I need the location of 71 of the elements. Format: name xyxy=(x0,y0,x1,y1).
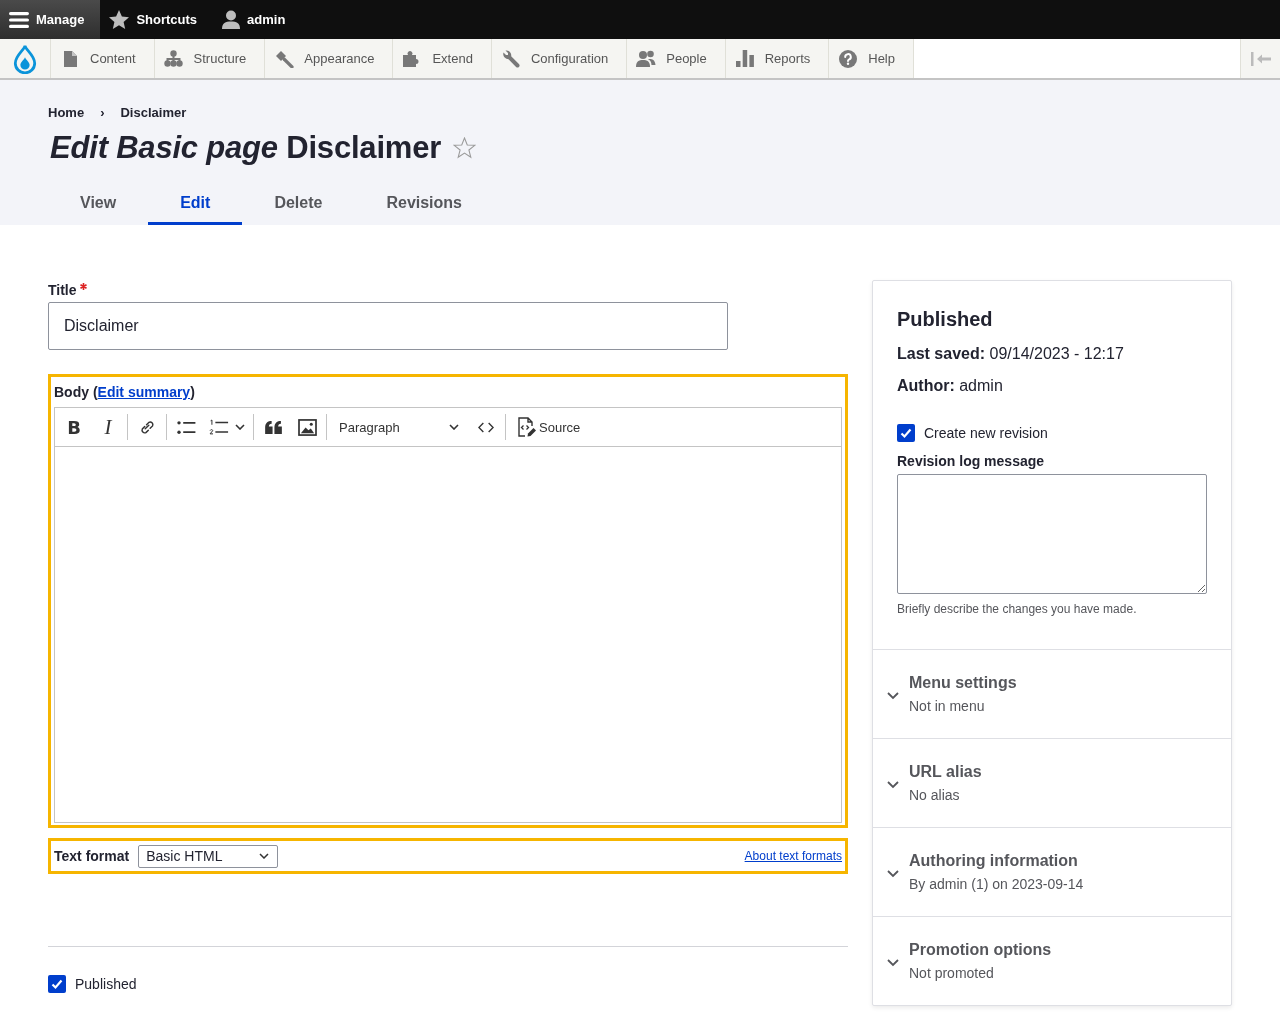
checkbox-label: Create new revision xyxy=(924,425,1048,441)
breadcrumb-link[interactable]: Disclaimer xyxy=(120,105,187,120)
field-label: Revision log message xyxy=(897,452,1046,470)
meta-text: Last saved: 09/14/2023 - 12:17 xyxy=(897,344,1125,364)
tab[interactable]: Revisions xyxy=(354,180,494,225)
italic-button[interactable]: I xyxy=(91,411,125,443)
menu-link[interactable]: Reports xyxy=(725,39,830,78)
field-label: Text format xyxy=(54,848,130,864)
section-title[interactable]: URL alias xyxy=(909,761,982,783)
source-button[interactable]: Source xyxy=(508,411,589,443)
heading-dropdown[interactable]: Paragraph xyxy=(329,411,469,443)
menu-link[interactable]: Structure xyxy=(154,39,266,78)
breadcrumb-separator: › xyxy=(100,105,105,120)
revision-log-textarea[interactable] xyxy=(897,474,1207,594)
section-summary: Not promoted xyxy=(909,964,995,983)
section-summary: No alias xyxy=(909,786,961,805)
toolbar-tab[interactable]: admin xyxy=(213,0,302,39)
about-text-formats-link[interactable]: About text formats xyxy=(744,849,842,863)
menu-link[interactable]: Content xyxy=(51,39,155,78)
sitemap-icon xyxy=(164,50,184,67)
hammer-icon xyxy=(274,49,294,68)
chevron-down-icon xyxy=(259,853,270,859)
text-format-select[interactable]: Basic HTML xyxy=(138,844,279,868)
menu-link[interactable]: Configuration xyxy=(491,39,628,78)
home-link[interactable] xyxy=(0,39,51,78)
meta-text: Author: admin xyxy=(897,376,1004,396)
section-summary: By admin (1) on 2023-09-14 xyxy=(909,875,1084,894)
menu-link[interactable]: Extend xyxy=(393,39,492,78)
bar-chart-icon xyxy=(735,50,754,67)
section-title[interactable]: Authoring information xyxy=(909,850,1084,872)
user-icon xyxy=(222,10,241,29)
bold-button[interactable]: B xyxy=(57,411,91,443)
help-icon xyxy=(839,49,858,68)
title-input[interactable]: Disclaimer xyxy=(48,302,728,350)
toolbar-tab[interactable]: Shortcuts xyxy=(100,0,214,39)
image-icon xyxy=(297,418,317,436)
tab[interactable]: Delete xyxy=(242,180,355,225)
numbered-list-icon xyxy=(209,418,229,436)
caret-icon xyxy=(235,424,245,430)
section-title[interactable]: Promotion options xyxy=(909,939,1052,961)
wrench-icon xyxy=(501,49,520,68)
bulleted-list-icon xyxy=(176,419,196,435)
page-title: Edit Basic page Disclaimer xyxy=(50,130,442,166)
menu-icon xyxy=(9,11,29,28)
file-icon xyxy=(63,50,77,67)
bar-arrow-left-icon xyxy=(1250,51,1271,66)
droplet-logo-icon xyxy=(13,43,37,74)
card-title: Published xyxy=(897,307,994,332)
menu-link[interactable]: People xyxy=(627,39,726,78)
breadcrumb-link[interactable]: Home xyxy=(48,105,85,120)
field-description: Briefly describe the changes you have made. xyxy=(897,602,1138,617)
menu-link[interactable]: Appearance xyxy=(265,39,394,78)
toolbar-tab[interactable]: Manage xyxy=(0,0,101,39)
section-summary: Not in menu xyxy=(909,697,986,716)
checkbox-label: Published xyxy=(75,976,137,992)
section-title[interactable]: Menu settings xyxy=(909,672,1017,694)
code-icon xyxy=(478,421,494,433)
menu-link[interactable]: Help xyxy=(829,39,914,78)
caret-icon xyxy=(449,424,459,430)
field-label: Title xyxy=(48,281,77,299)
tab[interactable]: View xyxy=(48,180,149,225)
tab[interactable]: Edit xyxy=(148,180,243,225)
link-icon xyxy=(138,418,156,436)
star-icon[interactable] xyxy=(453,137,477,159)
star-icon xyxy=(109,10,130,29)
body-label: Body (Edit summary) xyxy=(54,383,196,402)
source-icon xyxy=(516,417,536,437)
checkbox[interactable] xyxy=(48,975,66,993)
checkbox[interactable] xyxy=(897,424,915,442)
people-icon xyxy=(636,49,657,68)
quote-marks-icon xyxy=(264,420,282,434)
